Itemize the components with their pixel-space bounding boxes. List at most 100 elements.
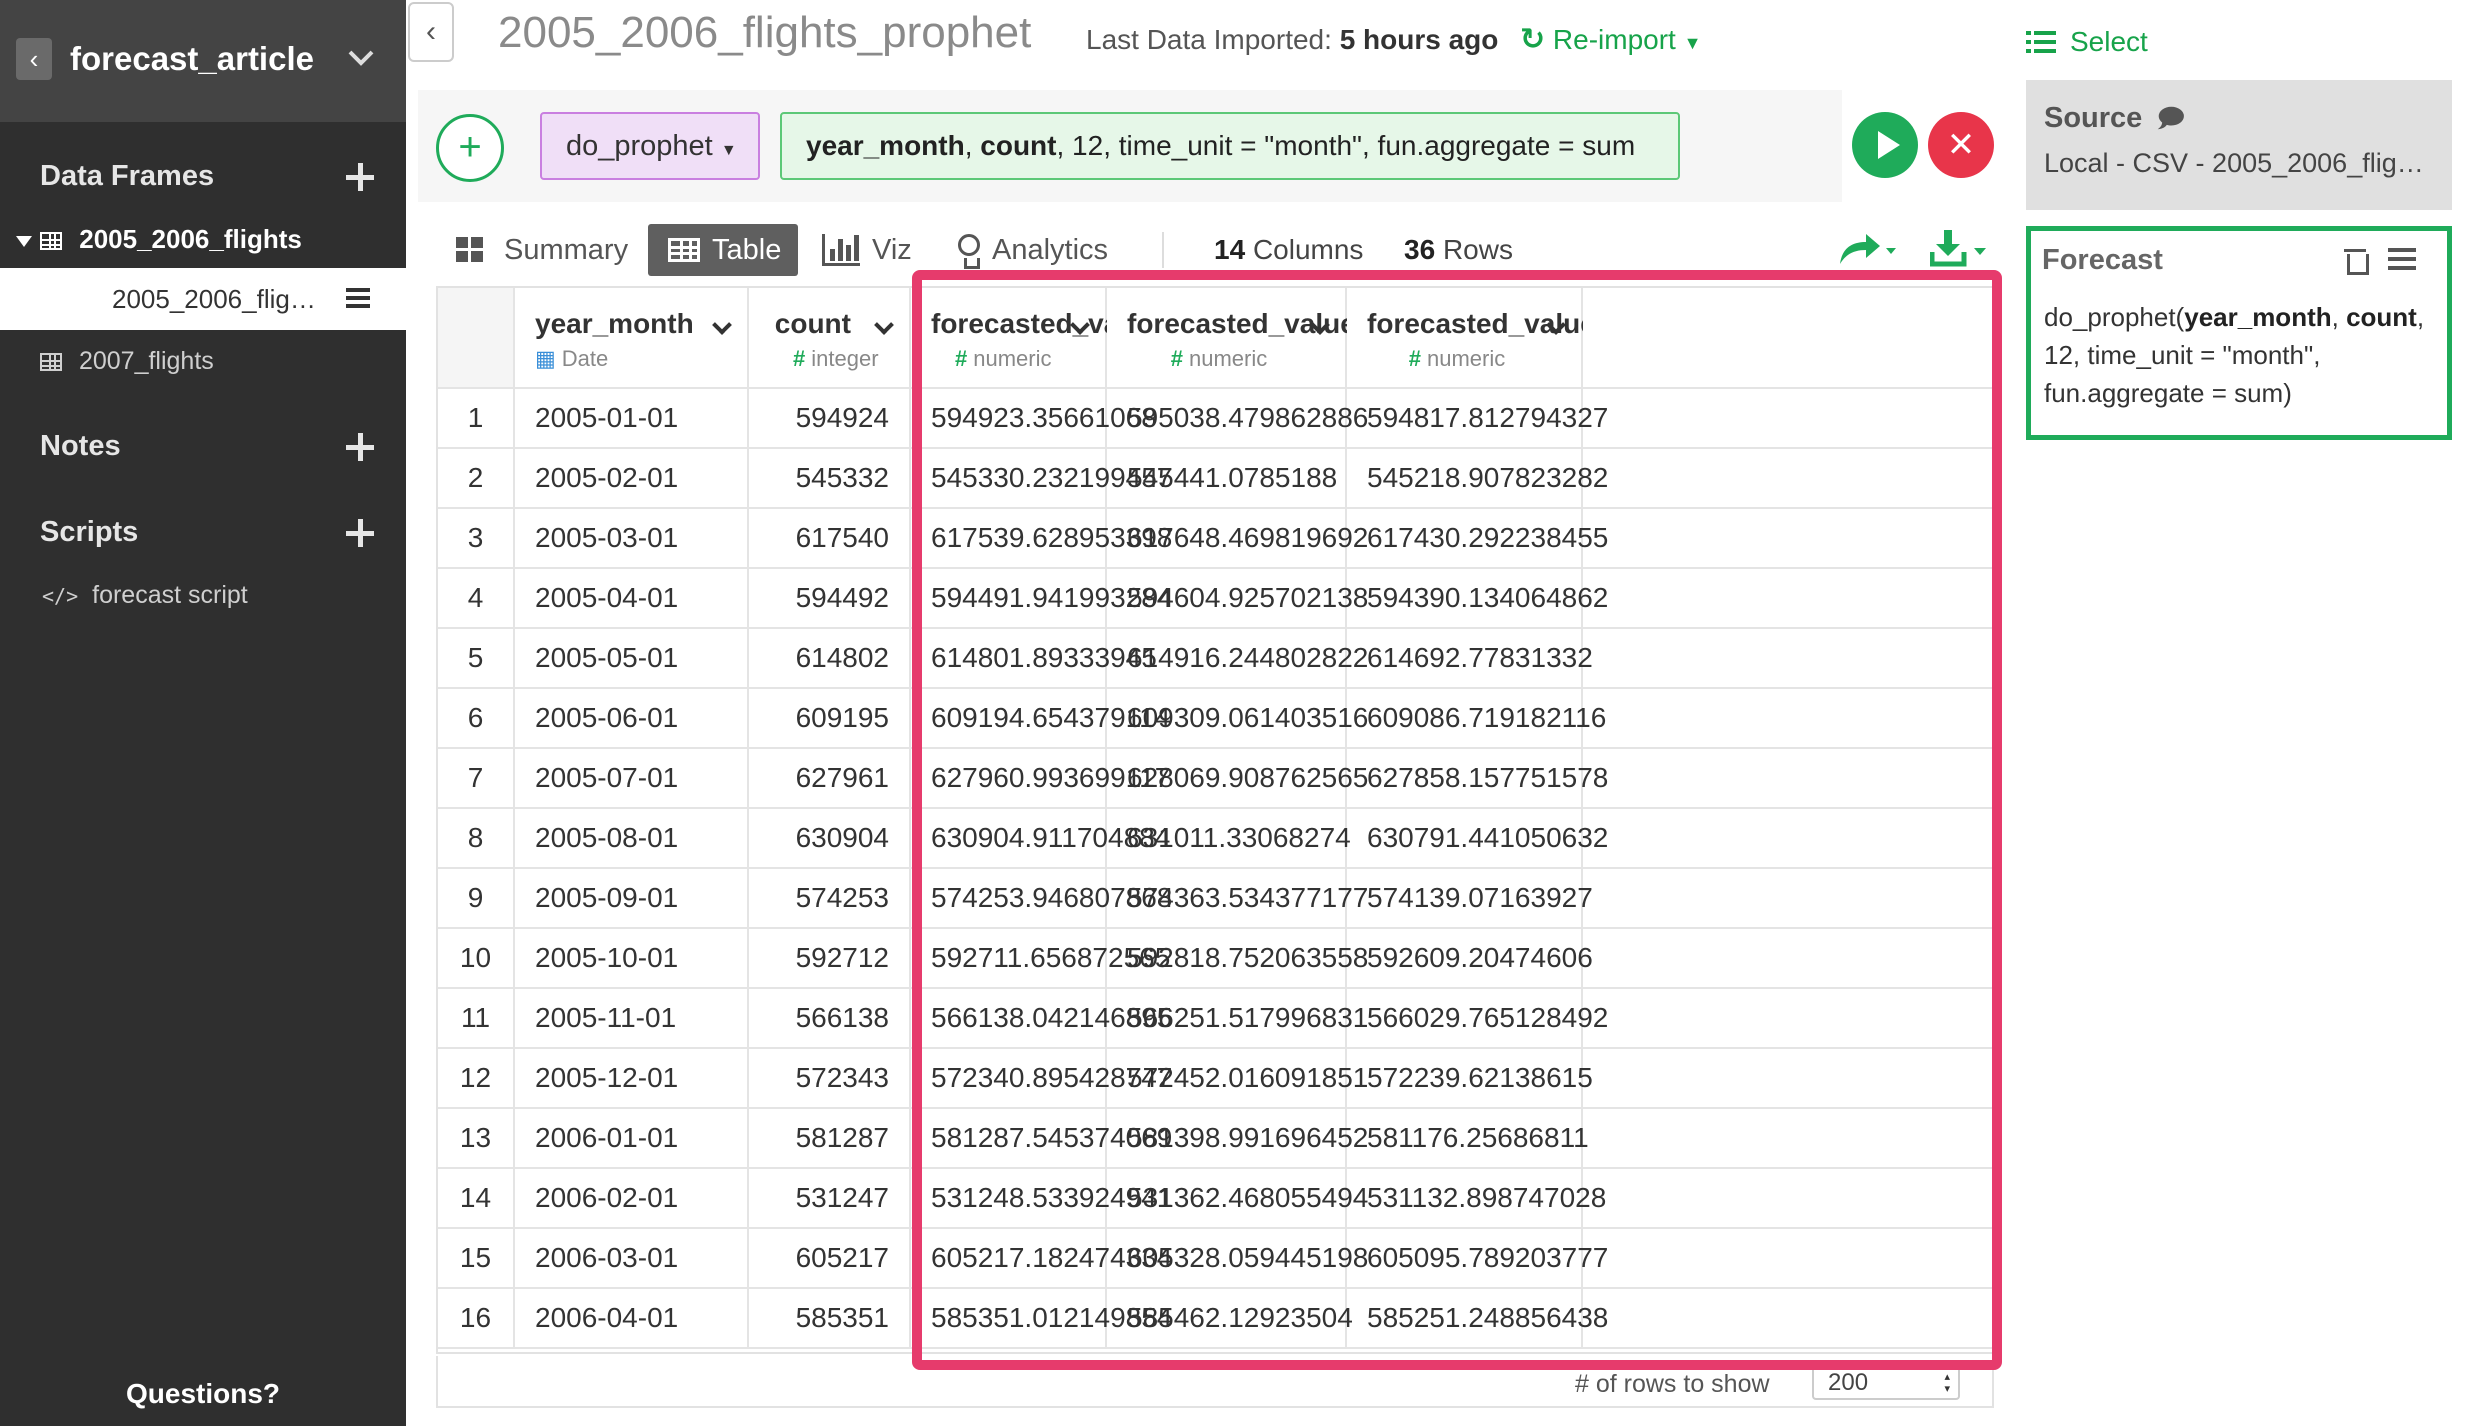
- table-cell[interactable]: 609194.654379114: [910, 688, 1170, 749]
- cancel-button[interactable]: ✕: [1928, 112, 1994, 178]
- chevron-down-icon[interactable]: [874, 315, 894, 335]
- table-cell[interactable]: 614801.89333945: [910, 628, 1157, 689]
- table-cell[interactable]: 572340.895428747: [910, 1048, 1172, 1109]
- table-cell[interactable]: 2005-12-01: [514, 1048, 749, 1109]
- column-header-year-month[interactable]: year_month ▦ Date: [514, 288, 749, 389]
- table-cell[interactable]: 605217: [748, 1228, 911, 1289]
- run-button[interactable]: [1852, 112, 1918, 178]
- sidebar-item-active-frame[interactable]: 2005_2006_flights_prophet: [0, 268, 406, 330]
- table-cell[interactable]: 592712: [748, 928, 911, 989]
- table-cell[interactable]: 572239.62138615: [1346, 1048, 1593, 1109]
- table-cell[interactable]: 531132.898747028: [1346, 1168, 1606, 1229]
- tab-table[interactable]: Table: [648, 224, 798, 276]
- table-cell[interactable]: 592818.752063558: [1106, 928, 1368, 989]
- table-cell[interactable]: 2006-01-01: [514, 1108, 749, 1169]
- table-cell[interactable]: 574139.07163927: [1346, 868, 1593, 929]
- table-cell[interactable]: 545441.0785188: [1106, 448, 1347, 509]
- tab-analytics[interactable]: Analytics: [956, 224, 1108, 276]
- table-cell[interactable]: 630904: [748, 808, 911, 869]
- table-cell[interactable]: 617539.628953398: [910, 508, 1172, 569]
- column-header-count[interactable]: count # integer: [748, 288, 911, 389]
- hamburger-menu-icon[interactable]: [346, 288, 370, 308]
- table-cell[interactable]: 627858.157751578: [1346, 748, 1608, 809]
- table-cell[interactable]: 572343: [748, 1048, 911, 1109]
- table-cell[interactable]: 630904.911704884: [910, 808, 1170, 869]
- table-cell[interactable]: 592609.20474606: [1346, 928, 1593, 989]
- table-cell[interactable]: 628069.908762565: [1106, 748, 1368, 809]
- add-note-button[interactable]: [346, 433, 374, 461]
- table-cell[interactable]: 609309.061403516: [1106, 688, 1368, 749]
- table-cell[interactable]: 585462.12923504: [1106, 1288, 1353, 1349]
- share-icon[interactable]: [1836, 230, 1898, 268]
- table-cell[interactable]: 2005-03-01: [514, 508, 749, 569]
- table-cell[interactable]: 594923.35661068: [910, 388, 1157, 449]
- sidebar-item-parent-frame[interactable]: 2005_2006_flights: [16, 224, 302, 255]
- table-cell[interactable]: 2005-11-01: [514, 988, 749, 1049]
- table-cell[interactable]: 2005-09-01: [514, 868, 749, 929]
- comment-icon[interactable]: 🗩: [2156, 103, 2185, 133]
- table-cell[interactable]: 594491.941993284: [910, 568, 1172, 629]
- table-cell[interactable]: 614692.77831332: [1346, 628, 1593, 689]
- table-cell[interactable]: 2006-04-01: [514, 1288, 749, 1349]
- table-cell[interactable]: 545218.907823282: [1346, 448, 1608, 509]
- table-cell[interactable]: 585251.248856438: [1346, 1288, 1608, 1349]
- table-cell[interactable]: 592711.656872565: [910, 928, 1170, 989]
- table-cell[interactable]: 594492: [748, 568, 911, 629]
- table-cell[interactable]: 545330.232199457: [910, 448, 1172, 509]
- chevron-down-icon[interactable]: [346, 42, 376, 72]
- table-cell[interactable]: 574253.946807868: [910, 868, 1172, 929]
- table-cell[interactable]: 617648.469819692: [1106, 508, 1368, 569]
- table-cell[interactable]: 605217.182474334: [910, 1228, 1172, 1289]
- function-select[interactable]: do_prophet ▼: [540, 112, 760, 180]
- reimport-button[interactable]: ↻ Re-import ▼: [1520, 22, 1701, 57]
- collapse-sidebar-button[interactable]: ‹: [408, 2, 454, 62]
- table-cell[interactable]: 581287: [748, 1108, 911, 1169]
- select-step-link[interactable]: Select: [2026, 26, 2148, 58]
- table-cell[interactable]: 574253: [748, 868, 911, 929]
- table-cell[interactable]: 2005-04-01: [514, 568, 749, 629]
- table-cell[interactable]: 566138: [748, 988, 911, 1049]
- table-cell[interactable]: 594604.925702138: [1106, 568, 1368, 629]
- table-cell[interactable]: 617540: [748, 508, 911, 569]
- hamburger-menu-icon[interactable]: [2388, 248, 2416, 270]
- table-cell[interactable]: 594924: [748, 388, 911, 449]
- table-cell[interactable]: 2005-07-01: [514, 748, 749, 809]
- sidebar-item-other-frame[interactable]: 2007_flights: [40, 347, 214, 376]
- tab-viz[interactable]: Viz: [822, 224, 912, 276]
- table-cell[interactable]: 627960.993699117: [910, 748, 1170, 809]
- table-cell[interactable]: 594817.812794327: [1346, 388, 1608, 449]
- table-cell[interactable]: 581398.991696452: [1106, 1108, 1368, 1169]
- chevron-down-icon[interactable]: [712, 315, 732, 335]
- questions-link[interactable]: Questions?: [0, 1378, 406, 1410]
- tab-summary[interactable]: Summary: [456, 224, 628, 276]
- table-cell[interactable]: 531247: [748, 1168, 911, 1229]
- table-cell[interactable]: 605328.059445198: [1106, 1228, 1368, 1289]
- table-cell[interactable]: 531362.468055494: [1106, 1168, 1368, 1229]
- table-cell[interactable]: 609195: [748, 688, 911, 749]
- add-step-button[interactable]: +: [436, 114, 504, 182]
- table-cell[interactable]: 566029.765128492: [1346, 988, 1608, 1049]
- table-cell[interactable]: 617430.292238455: [1346, 508, 1608, 569]
- table-cell[interactable]: 581176.25686811: [1346, 1108, 1589, 1169]
- table-cell[interactable]: 2005-06-01: [514, 688, 749, 749]
- table-cell[interactable]: 2005-02-01: [514, 448, 749, 509]
- table-cell[interactable]: 585351.012149854: [910, 1288, 1172, 1349]
- table-cell[interactable]: 2005-01-01: [514, 388, 749, 449]
- table-cell[interactable]: 2006-03-01: [514, 1228, 749, 1289]
- table-cell[interactable]: 566138.042146895: [910, 988, 1172, 1049]
- table-cell[interactable]: 595038.479862886: [1106, 388, 1368, 449]
- table-cell[interactable]: 630791.441050632: [1346, 808, 1608, 869]
- table-cell[interactable]: 594390.134064862: [1346, 568, 1608, 629]
- function-args-input[interactable]: year_month, count, 12, time_unit = "mont…: [780, 112, 1680, 180]
- rows-to-show-select[interactable]: 200: [1812, 1366, 1960, 1400]
- table-cell[interactable]: 566251.517996831: [1106, 988, 1368, 1049]
- table-cell[interactable]: 631011.33068274: [1106, 808, 1351, 869]
- table-cell[interactable]: 2005-10-01: [514, 928, 749, 989]
- table-cell[interactable]: 609086.719182116: [1346, 688, 1606, 749]
- column-header-forecasted-value-low[interactable]: forecasted_value_low # numeric: [1346, 288, 1658, 389]
- column-header-forecasted-value-high[interactable]: forecasted_value_high # numeric: [1106, 288, 1430, 389]
- table-cell[interactable]: 572452.016091851: [1106, 1048, 1368, 1109]
- table-cell[interactable]: 531248.533924941: [910, 1168, 1172, 1229]
- add-script-button[interactable]: [346, 519, 374, 547]
- table-cell[interactable]: 2006-02-01: [514, 1168, 749, 1229]
